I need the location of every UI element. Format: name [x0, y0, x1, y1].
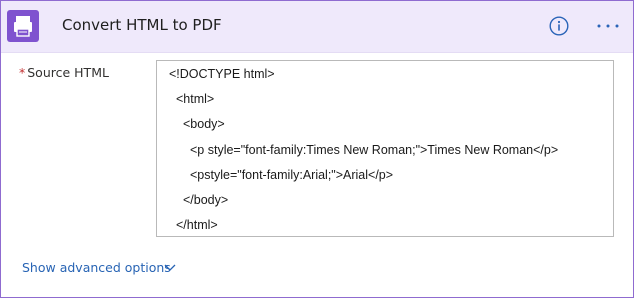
code-line: <!DOCTYPE html>: [169, 67, 275, 81]
action-card: Convert HTML to PDF * Source HTML <!DOCTY…: [0, 0, 634, 298]
required-marker: *: [19, 65, 26, 80]
action-header[interactable]: Convert HTML to PDF: [1, 1, 633, 53]
code-line: </body>: [183, 193, 229, 207]
info-icon[interactable]: [549, 16, 569, 36]
source-html-input[interactable]: <!DOCTYPE html> <html> <body> <p style="…: [156, 60, 614, 237]
field-label-text: Source HTML: [27, 65, 109, 80]
code-line: <pstyle="font-family:Arial;">Arial</p>: [190, 168, 394, 182]
source-html-label: * Source HTML: [19, 65, 109, 80]
code-line: </html>: [176, 218, 218, 232]
show-advanced-options-link[interactable]: Show advanced options: [22, 260, 171, 275]
code-line: <body>: [183, 117, 225, 131]
printer-icon: [7, 10, 39, 42]
chevron-down-icon[interactable]: [163, 259, 177, 273]
code-line: <p style="font-family:Times New Roman;">…: [190, 143, 559, 157]
action-title: Convert HTML to PDF: [62, 16, 222, 34]
more-options-icon[interactable]: [593, 16, 623, 36]
code-line: <html>: [176, 92, 215, 106]
